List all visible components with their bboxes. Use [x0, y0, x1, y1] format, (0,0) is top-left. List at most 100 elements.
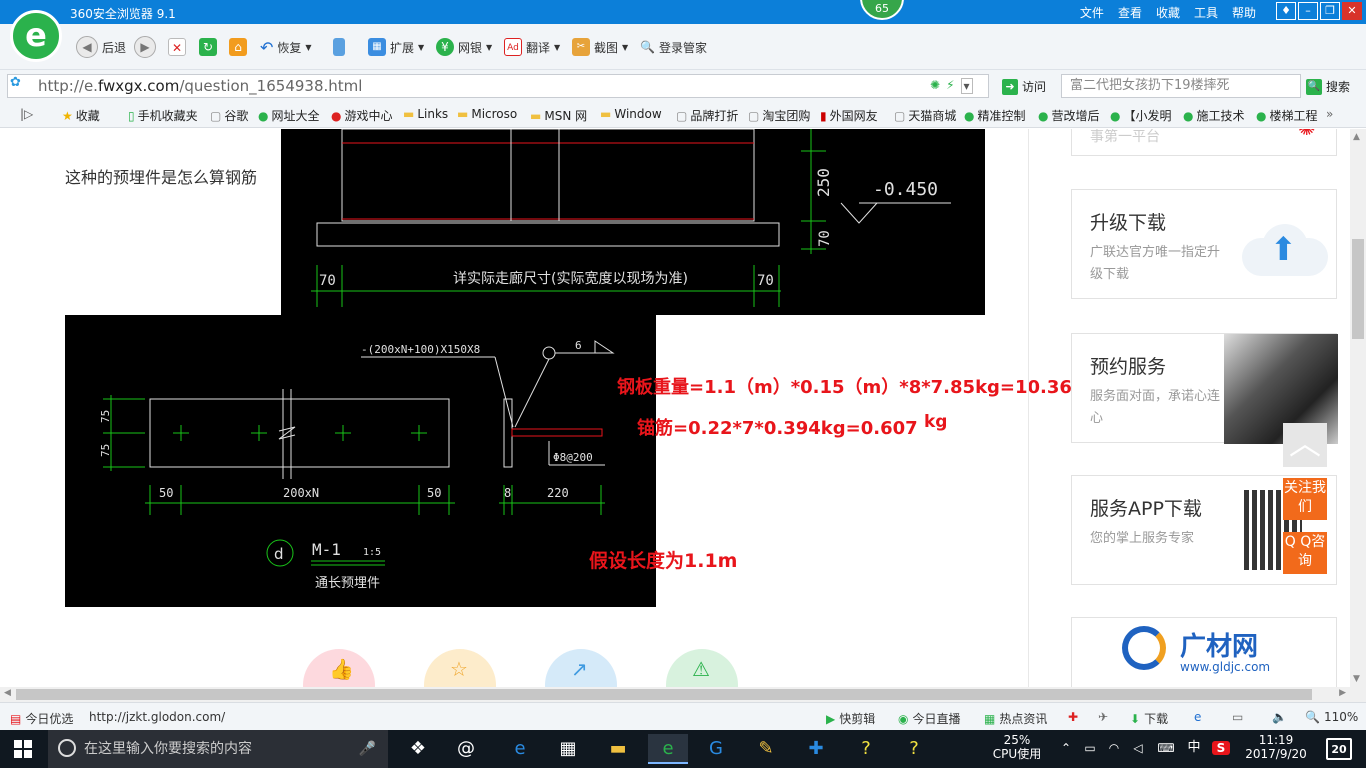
refresh-button[interactable]: ↻ [199, 36, 217, 58]
fav-item[interactable]: ▮ 外国网友 [820, 107, 878, 124]
restore-button[interactable]: ↶ 恢复 ▼ [260, 36, 312, 58]
quick-cut-button[interactable]: ▶ 快剪辑 [826, 710, 875, 727]
maximize-button[interactable]: ❐ [1320, 2, 1340, 20]
fav-item[interactable]: ● 施工技术 [1183, 107, 1245, 124]
network-icon[interactable]: ◠ [1106, 741, 1122, 755]
fav-item[interactable]: ▯ 手机收藏夹 [128, 107, 198, 124]
fav-item[interactable]: ▬ Links [403, 107, 448, 121]
battery-icon[interactable]: ▭ [1082, 741, 1098, 755]
glodon-app-icon[interactable]: G [696, 734, 736, 764]
zoom-control[interactable]: 🔍 110% [1305, 710, 1358, 724]
vertical-scrollbar[interactable]: ▲ ▼ [1350, 129, 1366, 687]
cpu-usage-indicator[interactable]: 25% CPU使用 [992, 733, 1042, 761]
scroll-right-icon[interactable]: ▶ [1339, 688, 1346, 698]
skin-icon[interactable]: ♦ [1276, 2, 1296, 20]
explorer-folder-icon[interactable]: ▬ [598, 734, 638, 764]
extend-button[interactable]: ▦ 扩展 ▼ [368, 36, 424, 58]
browser-logo-icon[interactable]: e [10, 10, 62, 62]
horizontal-scroll-thumb[interactable] [16, 689, 1312, 700]
more-favorites-icon[interactable]: » [1326, 107, 1333, 121]
lightning-icon[interactable]: ⚡ [946, 78, 954, 94]
clock[interactable]: 11:19 2017/9/20 [1236, 733, 1316, 761]
fav-item[interactable]: ● 精准控制 [964, 107, 1026, 124]
taskbar-search-input[interactable]: 在这里输入你要搜索的内容 🎤 [48, 730, 388, 768]
download-button[interactable]: ⬇ 下载 [1130, 710, 1168, 727]
volume-icon[interactable]: 🔈 [1272, 710, 1287, 724]
forward-arrow-icon[interactable]: ▶ [134, 36, 157, 58]
login-manager-button[interactable]: 🔍 登录管家 [640, 36, 707, 58]
close-button[interactable]: ✕ [1342, 2, 1362, 20]
fav-item[interactable]: ▢ 谷歌 [210, 107, 248, 124]
search-button[interactable]: 🔍 搜索 [1306, 78, 1350, 95]
swirl-app-icon[interactable]: @ [446, 734, 486, 764]
notification-center-button[interactable]: 20 [1326, 738, 1352, 760]
horizontal-scrollbar[interactable]: ◀ ▶ [0, 687, 1366, 702]
window-icon[interactable]: ▭ [1232, 710, 1243, 724]
fav-item[interactable]: ▢ 品牌打折 [676, 107, 738, 124]
follow-us-button[interactable]: 关注我们 [1283, 478, 1327, 520]
fav-item[interactable]: ▬ MSN 网 [530, 107, 587, 124]
like-button[interactable]: 👍 [303, 649, 375, 687]
medic-icon[interactable]: ✚ [1068, 710, 1078, 724]
security-score-badge[interactable]: 65 [860, 0, 904, 20]
menu-view[interactable]: 查看 [1118, 4, 1142, 21]
share-button[interactable]: ↗ [545, 649, 617, 687]
fav-item[interactable]: ● 楼梯工程 [1256, 107, 1318, 124]
today-pick-button[interactable]: ▤ 今日优选 [10, 710, 73, 727]
live-button[interactable]: ◉ 今日直播 [898, 710, 961, 727]
fav-item[interactable]: ▢ 淘宝团购 [748, 107, 810, 124]
ie-icon[interactable]: e [1194, 710, 1201, 724]
edge-icon[interactable]: e [500, 734, 540, 764]
dropdown-arrow-icon[interactable]: ▾ [960, 78, 973, 94]
fav-item[interactable]: ● 营改增后 [1038, 107, 1100, 124]
sogou-icon[interactable]: S [1212, 741, 1230, 755]
upgrade-download-card[interactable]: 升级下载 广联达官方唯一指定升级下载 ⬆ [1071, 189, 1337, 299]
microphone-icon[interactable]: 🎤 [359, 730, 376, 768]
fav-item[interactable]: ● 网址大全 [258, 107, 320, 124]
home-button[interactable]: ⌂ [229, 36, 247, 58]
favorite-button[interactable]: ☆ [424, 649, 496, 687]
translate-button[interactable]: Ad 翻译 ▼ [504, 36, 560, 58]
phone-button[interactable] [333, 36, 345, 58]
windows-start-icon[interactable] [14, 740, 32, 758]
fav-item[interactable]: ▬ Microso [457, 107, 517, 121]
back-button[interactable]: ◀ 后退 ▶ [76, 36, 157, 58]
help-app-icon-2[interactable]: ? [894, 734, 934, 764]
menu-file[interactable]: 文件 [1080, 4, 1104, 21]
help-app-icon[interactable]: ? [846, 734, 886, 764]
menu-favorites[interactable]: 收藏 [1156, 4, 1180, 21]
speed-icon[interactable]: ✺ [930, 78, 940, 94]
fav-item[interactable]: ● 游戏中心 [331, 107, 393, 124]
visit-button[interactable]: ➜ 访问 [1002, 78, 1046, 95]
stop-button[interactable]: ✕ [168, 36, 186, 58]
scroll-down-icon[interactable]: ▼ [1353, 674, 1360, 684]
hot-news-button[interactable]: ▦ 热点资讯 [984, 710, 1047, 727]
sidebar-toggle-icon[interactable]: |▷ [20, 107, 33, 121]
taskview-icon[interactable]: ❖ [398, 734, 438, 764]
ime-indicator[interactable]: 中 [1186, 741, 1202, 755]
gldjc-banner[interactable]: 广材网 www.gldjc.com [1071, 617, 1337, 687]
keyboard-icon[interactable]: ⌨ [1154, 741, 1178, 755]
scroll-up-icon[interactable]: ▲ [1353, 132, 1360, 142]
bank-button[interactable]: ¥ 网银 ▼ [436, 36, 492, 58]
fav-item[interactable]: ● 【小发明 [1110, 107, 1172, 124]
report-button[interactable]: ⚠ [666, 649, 738, 687]
notes-app-icon[interactable]: ✎ [746, 734, 786, 764]
scroll-left-icon[interactable]: ◀ [4, 688, 11, 698]
browser-360-taskbar-icon[interactable]: e [648, 734, 688, 764]
pin-icon[interactable]: ✈ [1098, 710, 1108, 724]
minimize-button[interactable]: – [1298, 2, 1318, 20]
plus-app-icon[interactable]: ✚ [796, 734, 836, 764]
menu-help[interactable]: 帮助 [1232, 4, 1256, 21]
menu-tools[interactable]: 工具 [1194, 4, 1218, 21]
search-input[interactable]: 富二代把女孩扔下19楼摔死 [1061, 74, 1301, 98]
back-to-top-button[interactable]: ︿ [1283, 423, 1327, 467]
fav-item[interactable]: ▬ Window [600, 107, 662, 121]
qq-consult-button[interactable]: Q Q咨询 [1283, 532, 1327, 574]
screenshot-button[interactable]: ✂ 截图 ▼ [572, 36, 628, 58]
tray-expand-icon[interactable]: ⌃ [1058, 741, 1074, 755]
store-icon[interactable]: ▦ [548, 734, 588, 764]
vertical-scroll-thumb[interactable] [1352, 239, 1364, 339]
speaker-icon[interactable]: ◁ [1130, 741, 1146, 755]
fav-item[interactable]: ▢ 天猫商城 [894, 107, 956, 124]
